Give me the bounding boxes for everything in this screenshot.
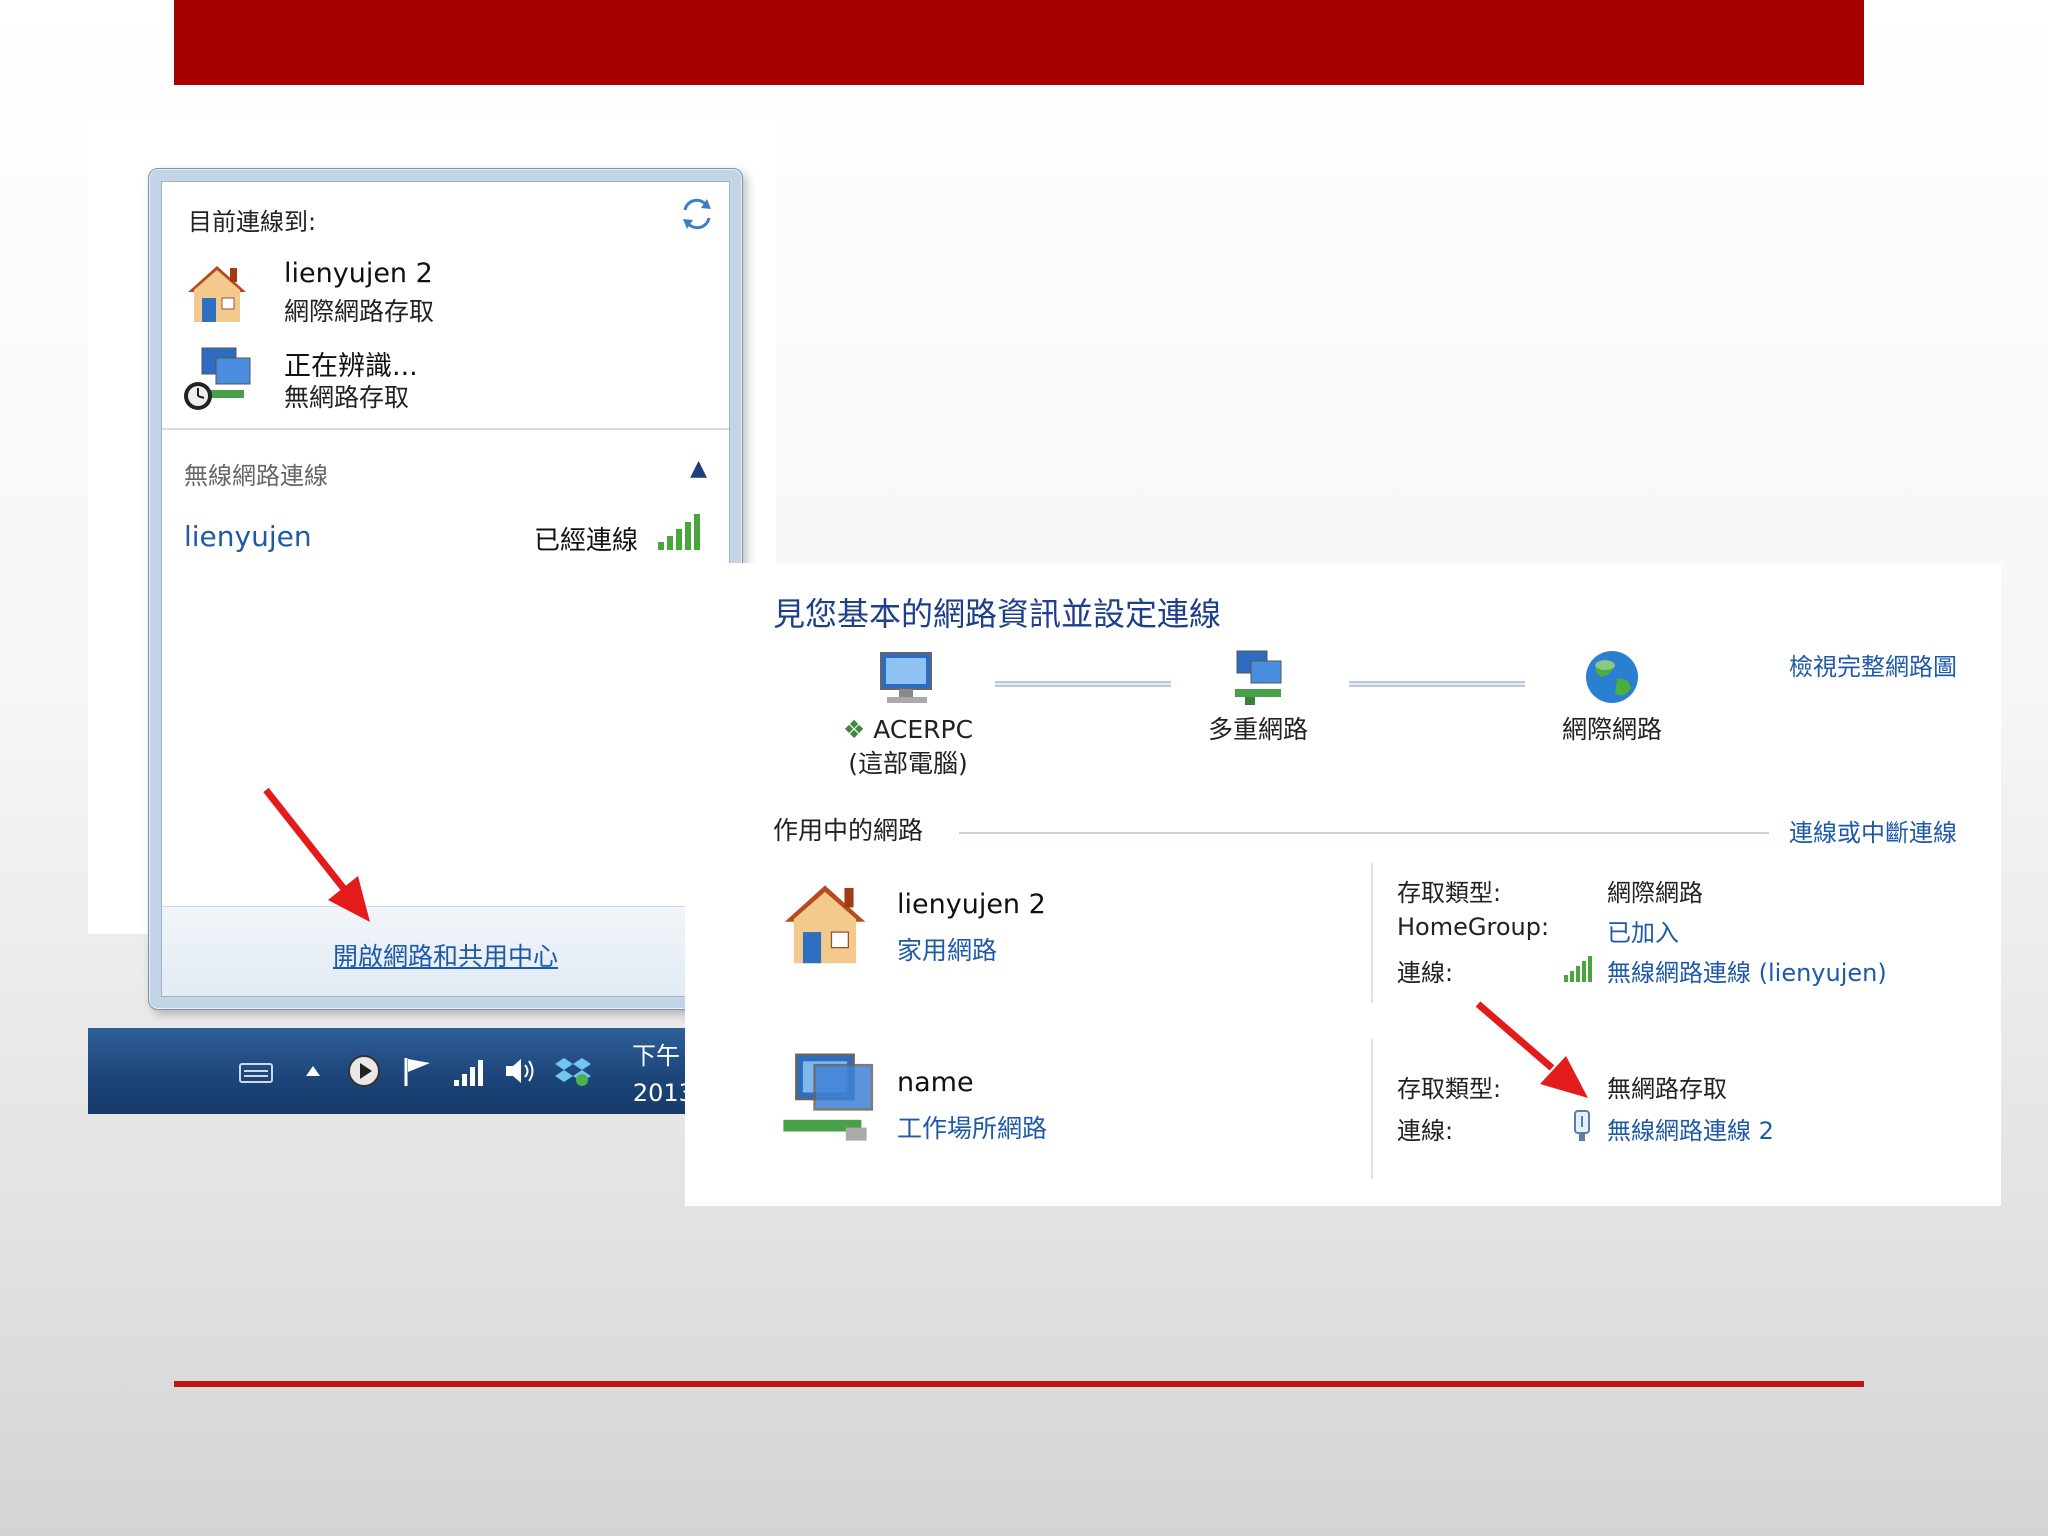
network-center-screenshot: 見您基本的網路資訊並設定連線 檢視完整網路圖 ❖ ACERPC (這部電腦) 多…	[685, 563, 2001, 1206]
open-network-sharing-center-link[interactable]: 開啟網路和共用中心	[162, 937, 729, 973]
flyout-footer: 開啟網路和共用中心	[162, 906, 729, 996]
volume-icon[interactable]	[502, 1052, 538, 1090]
connection-entry-identifying: 正在辨識... 無網路存取	[180, 342, 700, 422]
red-arrow-annotation	[263, 787, 370, 922]
work-network-icon	[783, 1053, 874, 1141]
collapse-caret-icon[interactable]: ▲	[690, 456, 707, 481]
currently-connected-label: 目前連線到:	[188, 208, 317, 236]
map-node-internet[interactable]: 網際網路	[1537, 649, 1687, 747]
usb-adapter-icon	[1574, 1110, 1590, 1141]
homegroup-joined-link[interactable]: 已加入	[1607, 913, 1679, 948]
network-type-link[interactable]: 家用網路	[897, 931, 997, 967]
access-type-label: 存取類型:	[1397, 879, 1502, 907]
connection-name: lienyujen 2	[284, 258, 433, 289]
computer-icon	[880, 652, 932, 703]
red-arrow-annotation	[1475, 1001, 1588, 1098]
access-type-value: 無網路存取	[1607, 1075, 1727, 1103]
section-rule	[959, 832, 1769, 834]
view-full-map-link[interactable]: 檢視完整網路圖	[1789, 647, 1957, 682]
globe-icon	[1586, 651, 1638, 703]
map-node-multiple-networks[interactable]: 多重網路	[1183, 649, 1333, 747]
access-type-value: 網際網路	[1607, 879, 1703, 907]
refresh-icon[interactable]	[679, 196, 715, 232]
home-network-icon	[784, 885, 866, 964]
connection-entry-home: lienyujen 2 網際網路存取	[180, 256, 700, 336]
signal-bars-icon	[658, 514, 700, 550]
home-network-icon	[188, 266, 246, 322]
network-flyout-body: 目前連線到: lienyujen 2 網際網路存取 正在辨識... 無網路存取 …	[161, 181, 730, 997]
wireless-connection-2-link[interactable]: 無線網路連線 2	[1607, 1111, 1774, 1146]
map-connector	[1349, 681, 1525, 687]
wireless-network-status: 已經連線	[534, 526, 639, 556]
signal-bars-icon	[1564, 956, 1592, 982]
wireless-network-ssid[interactable]: lienyujen	[184, 520, 312, 553]
show-hidden-icons-arrow[interactable]	[302, 1052, 324, 1090]
windows-taskbar: 下午 11:32 2013/12/3	[88, 1028, 776, 1114]
map-connector	[995, 681, 1171, 687]
computer-subcaption: (這部電腦)	[848, 749, 968, 778]
network-dots-icon: ❖	[842, 715, 866, 744]
keyboard-icon[interactable]	[238, 1052, 274, 1090]
slide-footer-rule	[174, 1381, 1864, 1387]
multiple-networks-icon	[1235, 650, 1282, 705]
connection-status: 無網路存取	[284, 383, 410, 412]
network-flyout: 目前連線到: lienyujen 2 網際網路存取 正在辨識... 無網路存取 …	[148, 168, 743, 1010]
media-play-icon[interactable]	[346, 1052, 382, 1090]
identifying-network-icon	[184, 347, 251, 410]
connection-status: 網際網路存取	[284, 297, 435, 326]
column-separator	[1371, 863, 1373, 1003]
network-name: name	[897, 1067, 974, 1098]
computer-caption: ACERPC	[873, 715, 974, 744]
network-signal-icon[interactable]	[452, 1052, 488, 1090]
network-name: lienyujen 2	[897, 889, 1046, 920]
section-divider	[162, 428, 729, 430]
page-title: 見您基本的網路資訊並設定連線	[773, 595, 1222, 633]
homegroup-label: HomeGroup:	[1397, 913, 1550, 941]
map-node-computer[interactable]: ❖ ACERPC (這部電腦)	[833, 649, 983, 781]
multiple-networks-caption: 多重網路	[1207, 715, 1308, 744]
network-type-link[interactable]: 工作場所網路	[897, 1109, 1047, 1145]
connect-disconnect-link[interactable]: 連線或中斷連線	[1789, 813, 1957, 848]
column-separator	[1371, 1039, 1373, 1179]
connections-label: 連線:	[1397, 1117, 1454, 1145]
dropbox-icon[interactable]	[554, 1052, 592, 1090]
wireless-section-label: 無線網路連線	[184, 462, 328, 490]
internet-caption: 網際網路	[1561, 715, 1662, 744]
wireless-connection-link[interactable]: 無線網路連線 (lienyujen)	[1607, 953, 1887, 988]
active-networks-label: 作用中的網路	[773, 816, 924, 845]
slide-title-bar	[174, 0, 1864, 85]
connections-label: 連線:	[1397, 959, 1454, 987]
action-center-flag-icon[interactable]	[400, 1052, 436, 1090]
